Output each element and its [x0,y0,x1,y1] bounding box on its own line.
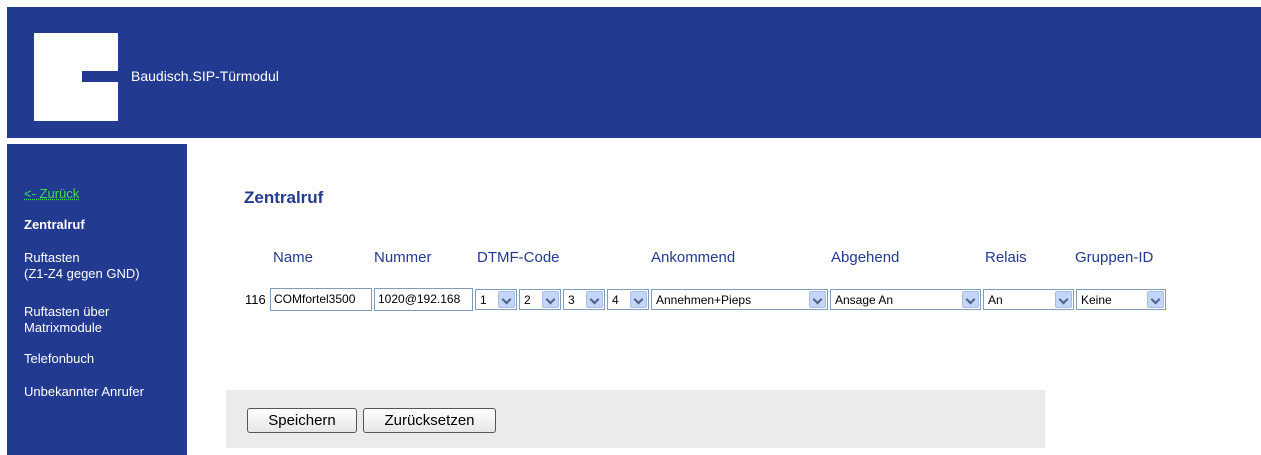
name-input[interactable]: COMfortel3500 [270,288,372,311]
select-value: 1 [480,293,487,307]
dtmf-select-4[interactable]: 4 [607,289,649,310]
chevron-down-icon[interactable] [962,291,979,308]
column-header-name: Name [273,249,314,266]
select-value: Annehmen+Pieps [656,293,752,307]
sidebar-item-label: Ruftasten [24,250,80,265]
chevron-down-icon[interactable] [1055,291,1072,308]
dtmf-select-2[interactable]: 2 [519,289,561,310]
row-number: 116 [245,292,266,307]
select-value: 2 [524,293,531,307]
select-value: Keine [1081,293,1112,307]
select-value: 3 [568,293,575,307]
column-header-gruppen-id: Gruppen-ID [1075,249,1154,266]
back-link[interactable]: <- Zurück [24,186,79,202]
chevron-down-icon[interactable] [630,291,647,308]
button-bar: Speichern Zurücksetzen [226,390,1045,448]
column-header-abgehend: Abgehend [831,249,900,266]
reset-button[interactable]: Zurücksetzen [363,408,496,433]
sidebar-item-label: (Z1-Z4 gegen GND) [24,266,140,281]
select-value: 4 [612,293,619,307]
sidebar-item-ruftasten[interactable]: Ruftasten (Z1-Z4 gegen GND) [24,250,140,282]
column-header-relais: Relais [985,249,1027,266]
column-header-ankommend: Ankommend [651,249,736,266]
company-logo [34,33,118,121]
relais-select[interactable]: An [983,289,1074,310]
column-header-nummer: Nummer [374,249,432,266]
header-banner: Baudisch.SIP-Türmodul [7,7,1261,138]
ankommend-select[interactable]: Annehmen+Pieps [651,289,828,310]
column-header-dtmf: DTMF-Code [477,249,560,266]
sidebar-item-label: Matrixmodule [24,320,103,335]
gruppen-id-select[interactable]: Keine [1076,289,1166,310]
sidebar-item-ruftasten-matrix[interactable]: Ruftasten über Matrixmodule [24,304,109,336]
sidebar-item-unbekannter-anrufer[interactable]: Unbekannter Anrufer [24,384,144,400]
abgehend-select[interactable]: Ansage An [830,289,981,310]
sidebar-nav: <- Zurück Zentralruf Ruftasten (Z1-Z4 ge… [7,144,187,455]
chevron-down-icon[interactable] [542,291,559,308]
select-value: An [988,293,1003,307]
sidebar-item-label: Ruftasten über [24,304,110,319]
select-value: Ansage An [835,293,894,307]
page-title: Zentralruf [244,188,324,207]
chevron-down-icon[interactable] [809,291,826,308]
chevron-down-icon[interactable] [498,291,515,308]
sidebar-item-telefonbuch[interactable]: Telefonbuch [24,351,94,367]
sidebar-item-zentralruf[interactable]: Zentralruf [24,217,85,233]
chevron-down-icon[interactable] [1147,291,1164,308]
chevron-down-icon[interactable] [586,291,603,308]
dtmf-select-3[interactable]: 3 [563,289,605,310]
save-button[interactable]: Speichern [247,408,357,433]
dtmf-select-1[interactable]: 1 [475,289,517,310]
brand-title: Baudisch.SIP-Türmodul [131,68,279,84]
nummer-input[interactable]: 1020@192.168 [374,288,473,311]
